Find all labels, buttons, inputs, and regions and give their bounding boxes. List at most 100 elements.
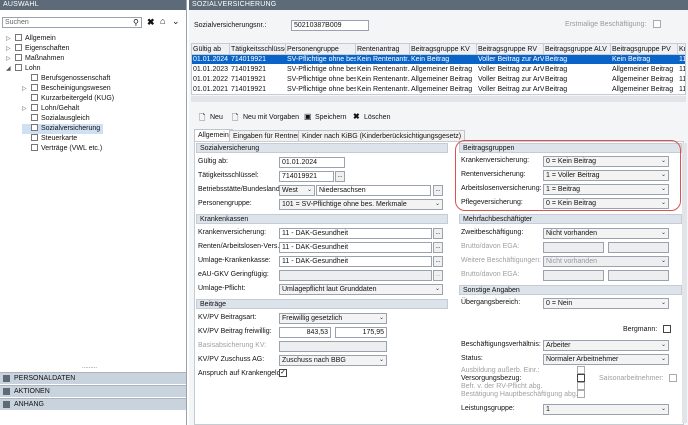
taetig-lookup-button[interactable]: ...: [335, 171, 345, 182]
accordion-dots[interactable]: .........: [82, 364, 97, 370]
tab-allgemein[interactable]: Allgemein: [194, 129, 233, 141]
table-header: Gültig ab Tätigkeitsschlüssel Personengrup…: [192, 44, 685, 55]
tree-item[interactable]: Sozialversicherung: [22, 124, 104, 134]
kv-kasse-lookup-button[interactable]: ...: [433, 228, 443, 239]
versorgung-checkbox[interactable]: [577, 374, 585, 382]
delete-button[interactable]: Löschen: [364, 114, 390, 121]
tree-item[interactable]: Verträge (VWL etc.): [22, 144, 102, 154]
ega2-field[interactable]: [608, 270, 669, 281]
zweit-select[interactable]: Nicht vorhanden ⌄: [543, 228, 669, 239]
expander-icon[interactable]: ▷: [22, 84, 31, 94]
column-header[interactable]: Kr: [678, 44, 685, 55]
expander-icon[interactable]: ▷: [6, 44, 15, 54]
tree-item-label: Lohn/Gehalt: [41, 105, 80, 112]
column-header[interactable]: Beitragsgruppe PV: [611, 44, 678, 55]
zuschuss-select[interactable]: Zuschuss nach BBG ⌄: [279, 355, 387, 366]
column-header[interactable]: Beitragsgruppe ALV: [544, 44, 611, 55]
status-select[interactable]: Normaler Arbeitnehmer ⌄: [543, 354, 669, 365]
accordion-aktionen[interactable]: AKTIONEN: [0, 385, 186, 397]
accordion-anhang[interactable]: ANHANG: [0, 398, 186, 410]
accordion-personaldaten[interactable]: PERSONALDATEN: [0, 372, 186, 384]
basis-field[interactable]: [279, 341, 387, 352]
pg-select[interactable]: 101 = SV-Pflichtige ohne bes. Merkmale ⌄: [279, 199, 443, 210]
egv-field[interactable]: [279, 270, 432, 281]
krankengeld-checkbox[interactable]: ✓: [279, 369, 287, 377]
search-icon[interactable]: ⚲: [133, 18, 139, 27]
uebergang-select[interactable]: 0 = Nein ⌄: [543, 298, 669, 309]
column-header[interactable]: Gültig ab: [192, 44, 230, 55]
tree-item[interactable]: ▷ Allgemein: [6, 34, 56, 44]
expander-icon[interactable]: ▷: [6, 54, 15, 64]
expander-icon[interactable]: ◢: [6, 64, 15, 74]
tab-rentner[interactable]: Eingaben für Rentner: [229, 130, 304, 141]
gueltig-field[interactable]: 01.01.2024: [279, 157, 345, 168]
vertical-scrollbar[interactable]: [682, 143, 687, 423]
bergmann-checkbox[interactable]: [663, 325, 671, 333]
tree-item[interactable]: ▷ Maßnahmen: [6, 54, 64, 64]
tree-item[interactable]: Kurzarbeitergeld (KUG): [22, 94, 114, 104]
folder-icon: [31, 94, 38, 101]
brutto1-field[interactable]: [543, 242, 604, 253]
save-button[interactable]: Speichern: [315, 114, 347, 121]
betrieb-lookup-button[interactable]: ...: [433, 185, 443, 196]
umlage-kasse-lookup-button[interactable]: ...: [433, 256, 443, 267]
column-header[interactable]: Rentenantrag: [356, 44, 410, 55]
tree-item[interactable]: Sozialausgleich: [22, 114, 90, 124]
umlagepflicht-select[interactable]: Umlagepflicht laut Grunddaten ⌄: [279, 284, 443, 295]
tree-item[interactable]: ◢ Lohn: [6, 64, 41, 74]
column-header[interactable]: Beitragsgruppe KV: [410, 44, 477, 55]
bv-select[interactable]: Arbeiter ⌄: [543, 340, 669, 351]
svnr-field[interactable]: 50210387B009: [291, 20, 369, 31]
expander-icon[interactable]: ▷: [22, 104, 31, 114]
table-body: 01.01.2024 714019921 SV-Pflichtige ohne be…: [192, 55, 685, 94]
tree-item[interactable]: Steuerkarte: [22, 134, 77, 144]
table-cell: Kein Rentenantr...: [357, 86, 410, 93]
beitragsart-select[interactable]: Freiwillig gesetzlich ⌄: [279, 313, 387, 324]
saison-checkbox[interactable]: [669, 374, 677, 382]
tab-kinder[interactable]: Kinder nach KiBG (Kinderberücksichtigung…: [298, 130, 466, 141]
expander-icon[interactable]: ▷: [6, 34, 15, 44]
table-row[interactable]: 01.01.2021 714019921 SV-Pflichtige ohne be…: [192, 85, 685, 94]
table-row[interactable]: 01.01.2024 714019921 SV-Pflichtige ohne be…: [192, 55, 685, 64]
erstmalig-checkbox[interactable]: [653, 20, 661, 28]
kv-kasse-field[interactable]: 11 - DAK-Gesundheit: [279, 228, 432, 239]
tree-item[interactable]: ▷ Eigenschaften: [6, 44, 69, 54]
table-scrollbar[interactable]: [191, 96, 686, 102]
tree-item[interactable]: ▷ Bescheinigungswesen: [22, 84, 111, 94]
umlage-kasse-field[interactable]: 11 - DAK-Gesundheit: [279, 256, 432, 267]
brutto2-field[interactable]: [543, 270, 604, 281]
beitrag-pv-field[interactable]: 175,95: [335, 327, 387, 338]
table-row[interactable]: 01.01.2022 714019921 SV-Pflichtige ohne be…: [192, 75, 685, 84]
tree-item[interactable]: ▷ Lohn/Gehalt: [22, 104, 79, 114]
new-button[interactable]: Neu: [210, 114, 223, 121]
column-header[interactable]: Personengruppe: [286, 44, 356, 55]
befreiung-checkbox[interactable]: [577, 382, 585, 390]
table-row[interactable]: 01.01.2023 714019921 SV-Pflichtige ohne be…: [192, 65, 685, 74]
egv-lookup-button[interactable]: ...: [433, 270, 443, 281]
beitrag-kv-field[interactable]: 843,53: [279, 327, 331, 338]
betrieb-select[interactable]: West ⌄: [279, 185, 315, 196]
folder-icon: [31, 84, 38, 91]
new-with-defaults-button[interactable]: Neu mit Vorgaben: [243, 114, 299, 121]
table-cell: Kein Beitrag: [411, 56, 450, 63]
taetig-field[interactable]: 714019921: [279, 171, 334, 182]
tree-item[interactable]: Berufsgenossenschaft: [22, 74, 110, 84]
ausbildung-checkbox[interactable]: [577, 366, 585, 374]
rv-kasse-field[interactable]: 11 - DAK-Gesundheit: [279, 242, 432, 253]
weitere-select[interactable]: Nicht vorhanden ⌄: [543, 256, 669, 267]
chevron-down-icon[interactable]: ⌄: [172, 16, 180, 27]
column-header[interactable]: Tätigkeitsschlüssel: [230, 44, 286, 55]
leistungsgruppe-select[interactable]: 1 ⌄: [543, 404, 669, 415]
new-doc-icon: 🗋: [199, 113, 206, 122]
home-icon[interactable]: ⌂: [160, 16, 165, 26]
bundesland-field[interactable]: Niedersachsen: [316, 185, 431, 196]
folder-icon: [31, 104, 38, 111]
rv-kasse-lookup-button[interactable]: ...: [433, 242, 443, 253]
tree-item-label: Verträge (VWL etc.): [41, 145, 103, 152]
column-header[interactable]: Beitragsgruppe RV: [477, 44, 544, 55]
search-input[interactable]: Suchen: [2, 17, 142, 28]
ega1-field[interactable]: [608, 242, 669, 253]
tree-item-label: Sozialversicherung: [41, 125, 101, 132]
close-icon[interactable]: ✖: [147, 17, 155, 28]
bestaetigung-checkbox[interactable]: [577, 390, 585, 398]
